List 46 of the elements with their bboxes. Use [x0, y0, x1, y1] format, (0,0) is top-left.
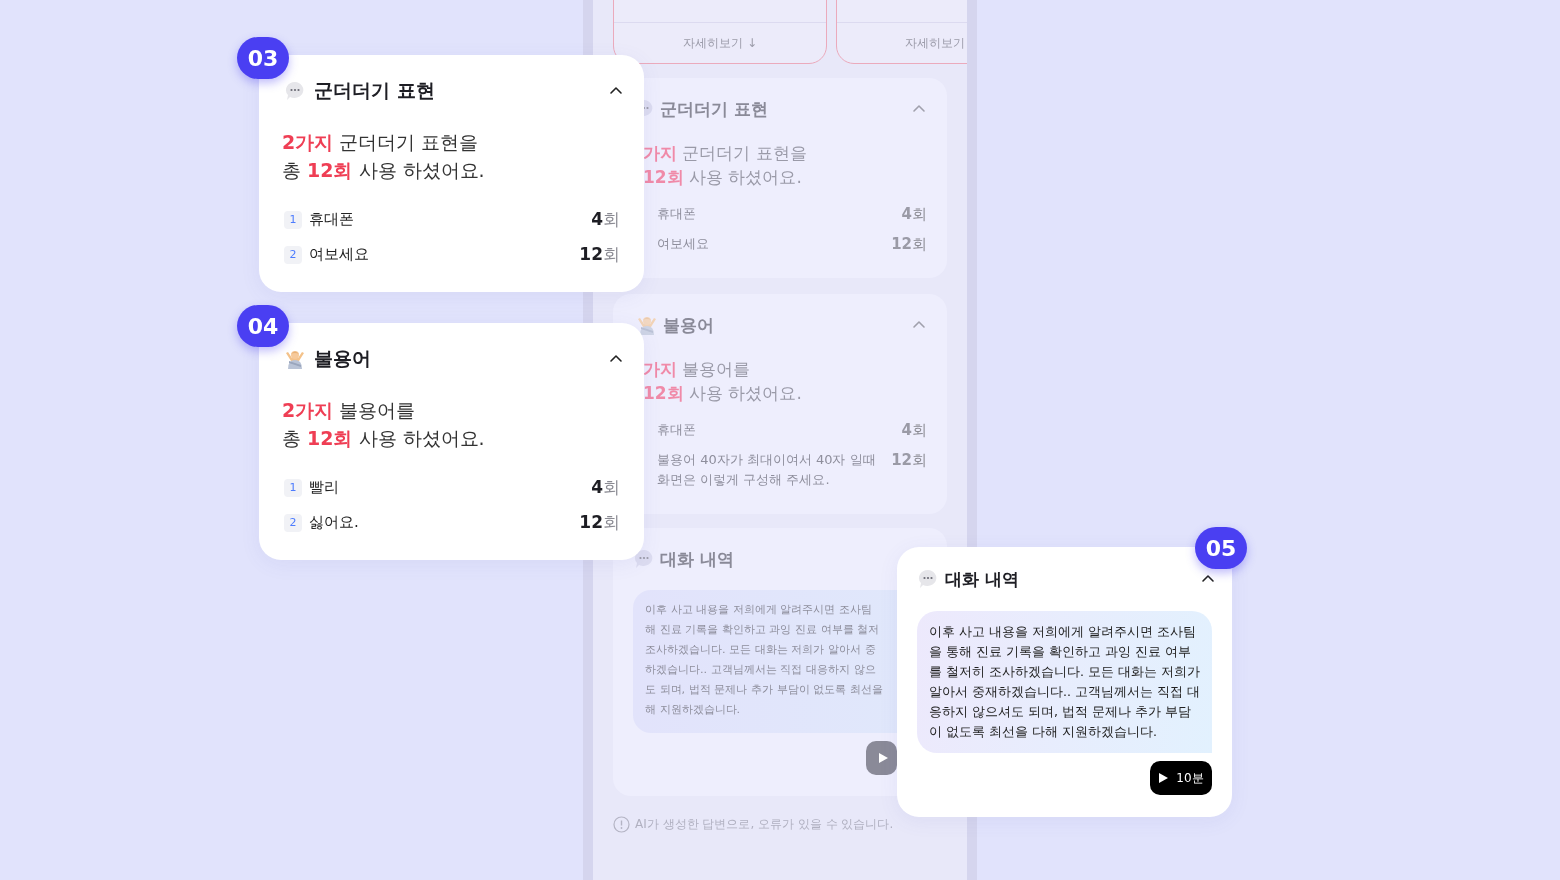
- count-text: 4회: [901, 204, 927, 224]
- play-icon: [1158, 773, 1169, 783]
- item-label: 휴대폰: [657, 205, 697, 223]
- section-title: 대화 내역: [660, 547, 734, 571]
- count-text: 12회: [579, 243, 620, 266]
- item-label: 여보세요: [657, 235, 710, 253]
- item-label: 여보세요: [309, 245, 369, 264]
- section-title: 불용어: [663, 313, 714, 337]
- item-label: 싫어요.: [309, 513, 359, 532]
- count-text: 12회: [891, 234, 927, 254]
- count-text: 4회: [901, 420, 927, 440]
- item-label: 휴대폰: [309, 210, 354, 229]
- step-number-badge: 04: [237, 305, 289, 347]
- count-text: 12회: [579, 511, 620, 534]
- details-link[interactable]: 자세히보기 ↓: [683, 35, 757, 52]
- count-text: 4회: [591, 476, 620, 499]
- info-icon: [613, 816, 630, 833]
- rank-number: 2: [284, 245, 302, 264]
- section-title: 군더더기 표현: [660, 97, 768, 121]
- item-label: 휴대폰: [657, 421, 697, 439]
- item-label: 빨리: [309, 478, 339, 497]
- count-text: 12회: [891, 450, 927, 470]
- step-number-badge: 05: [1195, 527, 1247, 569]
- play-icon: [878, 753, 888, 763]
- count-text: 4회: [591, 208, 620, 231]
- person-icon: [284, 348, 306, 370]
- play-button[interactable]: [866, 741, 897, 775]
- section-title: 대화 내역: [945, 567, 1019, 591]
- item-label: 불용어 40자가 최대이여서 40자 일때 화면은 이렇게 구성해 주세요.: [657, 451, 877, 489]
- section-title: 군더더기 표현: [314, 78, 435, 103]
- summary-text: 가지 불용어를 12회 사용 하셨어요.: [643, 358, 803, 405]
- summary-text: 2가지 불용어를 총 12회 사용 하셨어요.: [282, 398, 486, 451]
- summary-text: 2가지 군더더기 표현을 총 12회 사용 하셨어요.: [282, 130, 486, 183]
- speech-bubble-icon: [284, 80, 306, 102]
- rank-number: 2: [284, 513, 302, 532]
- section-title: 불용어: [314, 346, 371, 371]
- play-button[interactable]: 10분: [1150, 761, 1212, 795]
- step-number-badge: 03: [237, 37, 289, 79]
- summary-text: 가지 군더더기 표현을 12회 사용 하셨어요.: [643, 142, 808, 189]
- rank-number: 1: [284, 210, 302, 229]
- details-link[interactable]: 자세히보기: [905, 35, 965, 52]
- rank-number: 1: [284, 478, 302, 497]
- message-bubble: 이후 사고 내용을 저희에게 알려주시면 조사팀을 통해 진료 기록을 확인하고 과잉 진료 여부를 철저히 조사하겠습니다. 모든 대화는 저희가 알아서 중재하겠습니다.. 고객님께서는 직접 대응하지 않으셔도 되며, 법적 문제나 추가 부담이 없도록 최선을 다해 지원하겠습니다.: [917, 611, 1212, 753]
- speech-bubble-icon: [633, 548, 655, 570]
- speech-bubble-icon: [917, 568, 939, 590]
- person-icon: [636, 314, 658, 336]
